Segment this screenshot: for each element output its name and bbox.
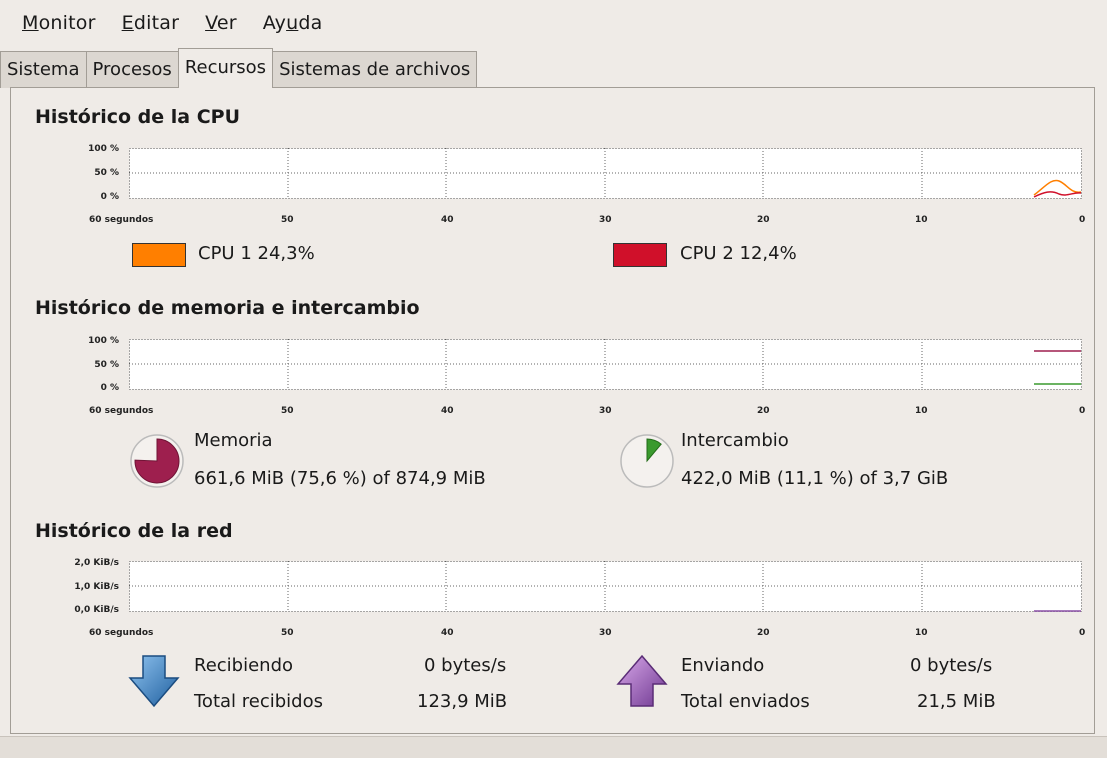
cpu-x-tick-20: 20 [757,215,770,225]
net-x-tick-30: 30 [599,628,612,638]
arrow-up-icon[interactable] [616,654,668,708]
tab-procesos[interactable]: Procesos [85,51,179,88]
menu-editar[interactable]: Editar [122,12,179,34]
net-x-tick-10: 10 [915,628,928,638]
cpu-x-tick-60: 60 segundos [89,215,154,225]
memory-label: Memoria [194,430,273,451]
cpu-history-graph [129,148,1082,199]
total-sent-value: 21,5 MiB [917,691,996,712]
memory-history-graph [129,339,1082,390]
cpu1-color-button[interactable] [132,243,186,267]
total-received-value: 123,9 MiB [417,691,508,712]
mem-x-tick-40: 40 [441,406,454,416]
swap-label: Intercambio [681,430,789,451]
tab-sistema[interactable]: Sistema [0,51,87,88]
net-x-tick-40: 40 [441,628,454,638]
mem-x-tick-50: 50 [281,406,294,416]
memory-pie-icon[interactable] [127,431,187,491]
cpu-x-tick-0: 0 [1079,215,1086,225]
memory-history-title: Histórico de memoria e intercambio [35,297,420,319]
arrow-down-icon[interactable] [128,654,180,708]
cpu-x-tick-40: 40 [441,215,454,225]
net-x-tick-60: 60 segundos [89,628,154,638]
cpu-y-tick-100: 100 % [88,144,119,154]
menubar: Monitor Editar Ver Ayuda [0,0,1107,46]
tab-sistemas-de-archivos[interactable]: Sistemas de archivos [272,51,478,88]
receiving-value: 0 bytes/s [424,655,507,676]
net-y-tick-1: 1,0 KiB/s [74,582,119,592]
net-x-tick-50: 50 [281,628,294,638]
cpu-history-title: Histórico de la CPU [35,106,241,128]
mem-x-tick-0: 0 [1079,406,1086,416]
cpu-x-tick-10: 10 [915,215,928,225]
mem-y-tick-50: 50 % [94,360,119,370]
menu-ver[interactable]: Ver [205,12,237,34]
net-y-tick-2: 2,0 KiB/s [74,558,119,568]
network-history-title: Histórico de la red [35,520,233,542]
cpu-y-tick-0: 0 % [100,192,119,202]
cpu-x-tick-50: 50 [281,215,294,225]
tab-recursos[interactable]: Recursos [177,48,274,88]
cpu1-legend: CPU 1 24,3% [198,243,315,264]
cpu2-legend: CPU 2 12,4% [680,243,797,264]
sending-value: 0 bytes/s [910,655,993,676]
receiving-label: Recibiendo [194,655,294,676]
sending-label: Enviando [681,655,765,676]
net-y-tick-0: 0,0 KiB/s [74,605,119,615]
menu-monitor[interactable]: Monitor [22,12,96,34]
cpu-y-tick-50: 50 % [94,168,119,178]
tab-bar: Sistema Procesos Recursos Sistemas de ar… [0,48,478,88]
net-x-tick-0: 0 [1079,628,1086,638]
memory-detail: 661,6 MiB (75,6 %) of 874,9 MiB [194,468,486,489]
net-x-tick-20: 20 [757,628,770,638]
swap-pie-icon[interactable] [617,431,677,491]
mem-y-tick-100: 100 % [88,336,119,346]
swap-detail: 422,0 MiB (11,1 %) of 3,7 GiB [681,468,949,489]
cpu-x-tick-30: 30 [599,215,612,225]
total-sent-label: Total enviados [681,691,810,712]
mem-y-tick-0: 0 % [100,383,119,393]
resources-panel: Histórico de la CPU 100 % 50 % 0 % 60 se… [10,87,1095,734]
cpu2-color-button[interactable] [613,243,667,267]
mem-x-tick-30: 30 [599,406,612,416]
mem-x-tick-20: 20 [757,406,770,416]
network-history-graph [129,561,1082,612]
mem-x-tick-10: 10 [915,406,928,416]
status-bar [0,736,1107,758]
mem-x-tick-60: 60 segundos [89,406,154,416]
menu-ayuda[interactable]: Ayuda [263,12,323,34]
total-received-label: Total recibidos [194,691,323,712]
